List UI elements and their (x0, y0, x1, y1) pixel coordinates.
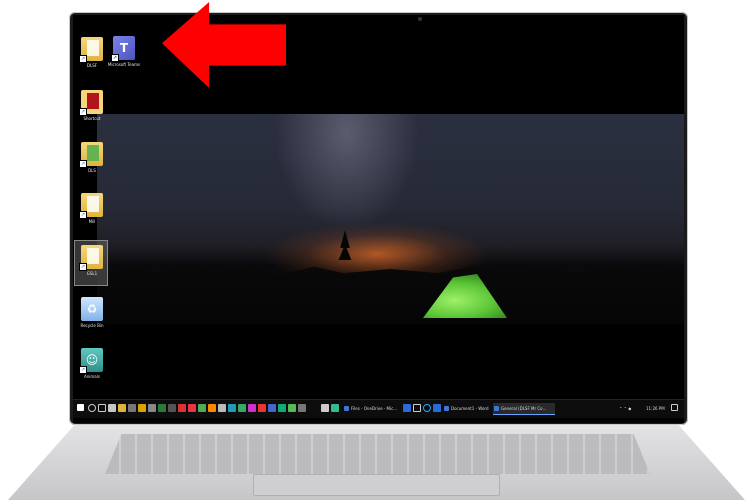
webcam (418, 17, 422, 21)
desktop-icon-microsoft-teams[interactable]: T ↗ Microsoft Teams (107, 36, 141, 67)
folder-icon: ↗ (79, 37, 103, 63)
pinned-app-icon[interactable] (148, 404, 156, 412)
pinned-app-icon[interactable] (188, 404, 196, 412)
pinned-app-icon[interactable] (158, 404, 166, 412)
desktop-icon-animals[interactable]: ☺ ↗ Animals (75, 348, 109, 379)
pinned-app-icon[interactable] (208, 404, 216, 412)
teams-icon: T ↗ (111, 36, 135, 62)
desktop-icon-label: Mill (88, 219, 96, 224)
desktop-icon-label: Recycle Bin (80, 323, 104, 328)
desktop-icon-mill[interactable]: ↗ Mill (75, 193, 109, 224)
mountain-silhouette (97, 262, 684, 324)
pinned-app-icon[interactable] (248, 404, 256, 412)
word-icon[interactable] (403, 404, 411, 412)
folder-icon: ↗ (79, 245, 103, 271)
desktop-icon-label: DLS (88, 168, 96, 173)
pinned-app-icon[interactable] (433, 404, 441, 412)
pinned-app-icon[interactable] (138, 404, 146, 412)
desktop-icon-label: DLSF (86, 63, 98, 68)
desktop-icon-label: GSL1 (86, 271, 98, 276)
taskbar-clock[interactable]: 11:26 PM (646, 403, 665, 414)
keyboard (105, 434, 650, 474)
laptop-screen: ↗ DLSF T ↗ Microsoft Teams ↗ Shortcut ↗ D… (73, 15, 684, 423)
taskbar-app-teams-general[interactable]: General (DLSF Mr Co... (493, 403, 555, 415)
pinned-app-icon[interactable] (258, 404, 266, 412)
pinned-app-icon[interactable] (198, 404, 206, 412)
taskbar-app-word[interactable]: Document1 - Word (443, 403, 496, 414)
pinned-app-icon[interactable] (331, 404, 339, 412)
pinned-app-icon[interactable] (288, 404, 296, 412)
desktop-icon-dlsf[interactable]: ↗ DLSF (75, 37, 109, 68)
desktop-icon-dls[interactable]: ↗ DLS (75, 142, 109, 173)
pinned-app-icon[interactable] (228, 404, 236, 412)
pinned-app-icon[interactable] (321, 404, 329, 412)
desktop-icon-label: Microsoft Teams (107, 62, 141, 67)
taskbar-app-onedrive[interactable]: Files - OneDrive - Mic... (343, 403, 409, 414)
shortcut-arrow-icon: ↗ (79, 263, 87, 271)
taskbar: Files - OneDrive - Mic... Document1 - Wo… (73, 399, 684, 418)
animal-icon: ☺ ↗ (79, 348, 103, 374)
desktop-icon-shortcut[interactable]: ↗ Shortcut (75, 90, 109, 121)
pinned-app-icon[interactable] (278, 404, 286, 412)
search-icon[interactable] (88, 404, 96, 412)
pinned-app-icon[interactable] (218, 404, 226, 412)
recycle-bin-icon: ♻ (81, 297, 103, 321)
start-windows-icon[interactable] (77, 404, 84, 411)
notification-icon[interactable] (671, 404, 678, 411)
pinned-app-icon[interactable] (268, 404, 276, 412)
pinned-app-icon[interactable] (108, 404, 116, 412)
desktop-icon-label: Animals (84, 374, 100, 379)
pinned-app-icon[interactable] (178, 404, 186, 412)
file-explorer-icon[interactable] (118, 404, 126, 412)
tree-silhouette (338, 230, 352, 260)
shortcut-arrow-icon: ↗ (111, 54, 119, 62)
shortcut-arrow-icon: ↗ (79, 211, 87, 219)
shortcut-arrow-icon: ↗ (79, 55, 87, 63)
shortcut-arrow-icon: ↗ (79, 366, 87, 374)
touchpad (253, 474, 500, 496)
pinned-app-icon[interactable] (168, 404, 176, 412)
pinned-app-icon[interactable] (413, 404, 421, 412)
desktop-wallpaper (97, 114, 684, 324)
pinned-app-icon[interactable] (128, 404, 136, 412)
desktop-icon-label: Shortcut (83, 116, 101, 121)
pdf-folder-icon: ↗ (79, 90, 103, 116)
folder-icon: ↗ (79, 142, 103, 168)
shortcut-arrow-icon: ↗ (79, 108, 87, 116)
shortcut-arrow-icon: ↗ (79, 160, 87, 168)
task-view-icon[interactable] (98, 404, 106, 412)
desktop-icon-recycle-bin[interactable]: ♻ Recycle Bin (75, 297, 109, 328)
folder-icon: ↗ (79, 193, 103, 219)
tray-icons[interactable]: ⌃ ⌃ ◆ (619, 403, 631, 414)
desktop-icon-gsl1[interactable]: ↗ GSL1 (75, 245, 109, 276)
pinned-app-icon[interactable] (298, 404, 306, 412)
browser-icon[interactable] (423, 404, 431, 412)
pinned-app-icon[interactable] (238, 404, 246, 412)
